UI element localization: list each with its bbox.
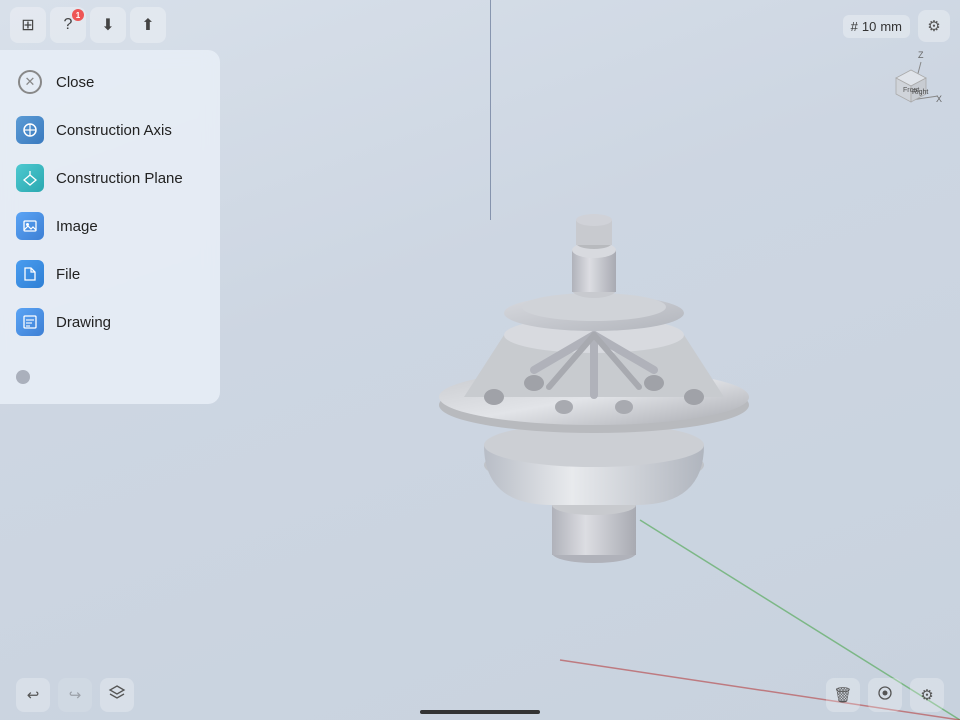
redo-button[interactable]: ↪ <box>58 678 92 712</box>
apps-icon: ⊞ <box>21 15 34 35</box>
bottom-toolbar: ↩ ↪ 🗑 <box>0 670 960 720</box>
home-indicator <box>420 710 540 714</box>
layers-button[interactable] <box>100 678 134 712</box>
file-icon <box>16 260 44 288</box>
construction-axis-label: Construction Axis <box>56 122 172 139</box>
close-icon: ✕ <box>16 68 44 96</box>
bottom-settings-icon: ⚙ <box>920 686 933 704</box>
drawing-label: Drawing <box>56 314 111 331</box>
construction-plane-icon <box>16 164 44 192</box>
undo-button[interactable]: ↩ <box>16 678 50 712</box>
download-icon: ⬇ <box>101 15 114 35</box>
settings-icon: ⚙ <box>927 17 940 35</box>
image-icon <box>16 212 44 240</box>
grid-hash: # <box>851 19 858 34</box>
undo-icon: ↩ <box>27 686 40 704</box>
capture-button[interactable] <box>868 678 902 712</box>
trash-button[interactable]: 🗑 <box>826 678 860 712</box>
top-toolbar: ⊞ ? 1 ⬇ ⬆ <box>0 0 960 50</box>
grid-unit: mm <box>880 19 902 34</box>
download-button[interactable]: ⬇ <box>90 7 126 43</box>
layers-icon <box>108 684 126 706</box>
image-label: Image <box>56 218 98 235</box>
menu-item-construction-plane[interactable]: Construction Plane <box>0 154 220 202</box>
x-axis-label: X <box>936 94 942 104</box>
grid-value: 10 <box>862 19 876 34</box>
bottom-settings-button[interactable]: ⚙ <box>910 678 944 712</box>
construction-plane-label: Construction Plane <box>56 170 183 187</box>
menu-item-file[interactable]: File <box>0 250 220 298</box>
top-right-controls: # 10 mm ⚙ <box>843 10 950 42</box>
capture-icon <box>876 684 894 706</box>
grid-size-label: # 10 mm <box>843 15 910 38</box>
apps-button[interactable]: ⊞ <box>10 7 46 43</box>
menu-item-construction-axis[interactable]: Construction Axis <box>0 106 220 154</box>
close-label: Close <box>56 74 94 91</box>
upload-icon: ⬆ <box>141 15 154 35</box>
left-menu-panel: ✕ Close Construction Axis <box>0 50 220 404</box>
upload-button[interactable]: ⬆ <box>130 7 166 43</box>
3d-object <box>404 135 784 585</box>
menu-item-close[interactable]: ✕ Close <box>0 58 220 106</box>
file-label: File <box>56 266 80 283</box>
menu-item-image[interactable]: Image <box>0 202 220 250</box>
help-button[interactable]: ? 1 <box>50 7 86 43</box>
top-settings-button[interactable]: ⚙ <box>918 10 950 42</box>
viewport[interactable]: ⊞ ? 1 ⬇ ⬆ # 10 mm ⚙ Z X <box>0 0 960 720</box>
construction-axis-icon <box>16 116 44 144</box>
menu-item-drawing[interactable]: Drawing <box>0 298 220 346</box>
help-icon: ? <box>64 16 73 34</box>
bottom-left-buttons: ↩ ↪ <box>16 678 134 712</box>
dot-indicator <box>16 370 30 384</box>
trash-icon: 🗑 <box>833 686 852 704</box>
bottom-right-buttons: 🗑 ⚙ <box>826 678 944 712</box>
z-axis-label: Z <box>918 50 924 60</box>
drawing-icon <box>16 308 44 336</box>
right-label: Right <box>912 89 928 96</box>
notification-badge: 1 <box>72 9 84 21</box>
view-cube[interactable]: Z X Front Right <box>876 50 946 120</box>
redo-icon: ↪ <box>69 686 82 704</box>
